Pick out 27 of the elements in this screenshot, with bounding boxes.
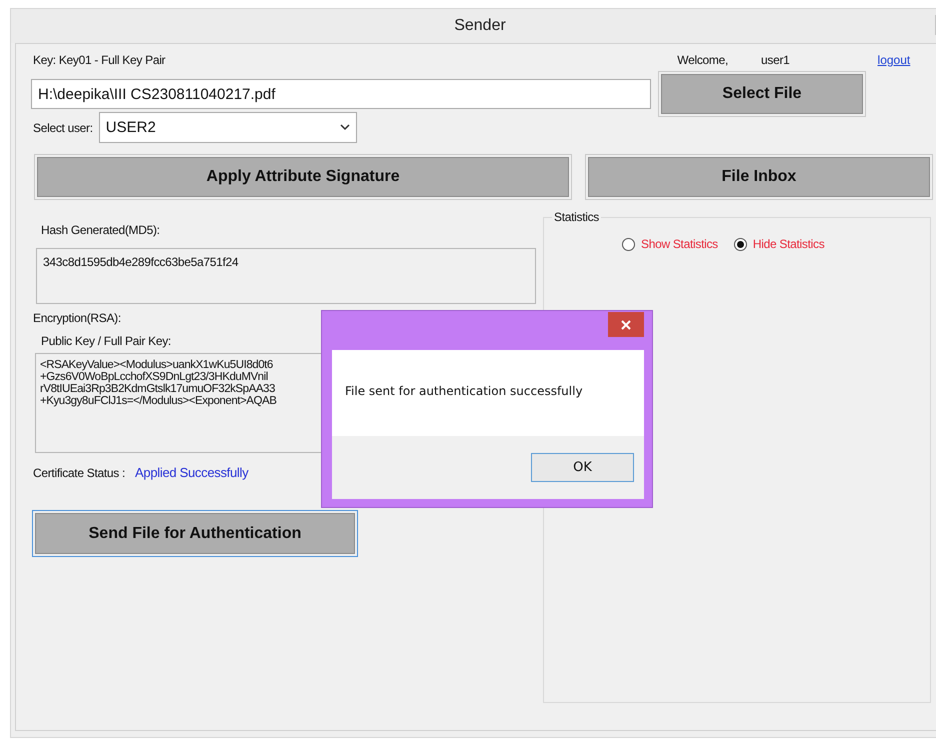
statistics-title: Statistics xyxy=(552,210,602,224)
apply-signature-button[interactable]: Apply Attribute Signature xyxy=(37,157,569,197)
user-value: USER2 xyxy=(106,119,156,136)
user-name: user1 xyxy=(761,53,790,67)
ok-button[interactable]: OK xyxy=(531,453,634,482)
statistics-radio[interactable]: Hide Statistics xyxy=(734,237,824,251)
certificate-status-label: Certificate Status : xyxy=(33,466,126,480)
hash-field[interactable]: 343c8d1595db4e289fcc63be5a751f24 xyxy=(36,248,536,304)
user-dropdown[interactable]: USER2 xyxy=(98,112,357,143)
select-file-button[interactable]: Select File xyxy=(661,74,863,114)
encryption-label: Encryption(RSA): xyxy=(33,311,122,325)
select-user-label: Select user: xyxy=(33,120,93,134)
welcome-label: Welcome, xyxy=(677,53,728,67)
key-type-label: Public Key / Full Pair Key: xyxy=(41,334,172,348)
file-path-field[interactable]: H:\deepika\III CS230811040217.pdf xyxy=(31,79,651,109)
hash-label: Hash Generated(MD5): xyxy=(41,223,161,237)
logout-link[interactable]: logout xyxy=(878,53,910,67)
statistics-radio[interactable]: Show Statistics xyxy=(622,237,718,251)
send-file-button[interactable]: Send File for Authentication xyxy=(35,513,355,554)
certificate-status: Applied Successfully xyxy=(135,465,248,480)
public-key-text: <RSAKeyValue><Modulus>uankX1wKu5UI8d0t6 +Gzs6V0WoBpLcchofXS9DnLgt23/3HKduMVnil rV8tIUEai3Rp3B2KdmGtslk17umuOF32kSpAA33 +Kyu3gy8uFClJ1s=</Modulus><Exponent>AQAB xyxy=(40,359,276,407)
key-label: Key: Key01 - Full Key Pair xyxy=(33,53,166,67)
window-title: Sender xyxy=(454,17,506,35)
close-icon xyxy=(621,320,631,330)
close-button[interactable] xyxy=(608,312,644,337)
chevron-down-icon xyxy=(340,124,350,131)
file-inbox-button[interactable]: File Inbox xyxy=(588,157,930,197)
